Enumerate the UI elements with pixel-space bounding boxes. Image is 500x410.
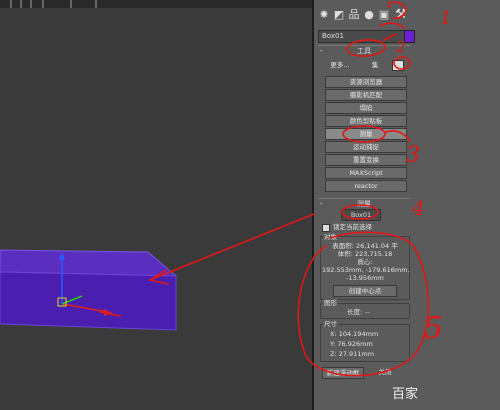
- hierarchy-icon[interactable]: 品: [348, 9, 360, 21]
- length-value: --: [365, 308, 370, 316]
- sets-button[interactable]: 集: [364, 60, 386, 70]
- length-label: 长度:: [347, 308, 363, 316]
- center-of-mass-label: 质心:: [357, 258, 373, 266]
- center-of-mass-coords: 192.553mm, -179.616mm,: [322, 266, 410, 274]
- center-of-mass-z: -13.956mm: [346, 274, 384, 282]
- dimension-y: Y: 76.926mm: [330, 340, 373, 348]
- dimension-x: X: 104.194mm: [330, 330, 379, 338]
- maxscript-button[interactable]: MAXScript: [325, 167, 407, 179]
- lock-selection-checkbox[interactable]: [322, 224, 330, 232]
- display-icon[interactable]: ▣: [378, 9, 390, 21]
- shapes-group-label: 图形: [323, 299, 338, 307]
- viewport-scene: [0, 249, 178, 331]
- object-color-swatch[interactable]: [404, 30, 415, 43]
- measure-button[interactable]: 测量: [325, 128, 407, 140]
- motion-icon[interactable]: ●: [363, 9, 375, 21]
- configure-sets-icon[interactable]: [392, 60, 404, 71]
- create-icon[interactable]: ✸: [318, 9, 330, 21]
- reactor-button[interactable]: reactor: [325, 180, 407, 192]
- utilities-icon[interactable]: ⚒: [395, 8, 407, 21]
- new-floater-button[interactable]: 新建浮动框: [322, 367, 364, 379]
- utilities-title: 工具: [357, 47, 371, 55]
- create-center-point-button[interactable]: 创建中心点: [333, 285, 397, 297]
- dimension-z: Z: 27.911mm: [330, 350, 375, 358]
- measured-object-name: Box01: [341, 209, 381, 221]
- perspective-viewport[interactable]: [0, 0, 312, 410]
- modify-icon[interactable]: ◩: [333, 9, 345, 21]
- object-name-field[interactable]: Box01: [318, 30, 411, 43]
- volume-readout: 体积: 223,715.18: [337, 250, 393, 258]
- asset-browser-button[interactable]: 资源浏览器: [325, 76, 407, 88]
- dimensions-group-label: 尺寸: [323, 320, 338, 328]
- motion-capture-button[interactable]: 运动捕捉: [325, 141, 407, 153]
- collapse-button[interactable]: 塌陷: [325, 102, 407, 114]
- box01-front-face[interactable]: [0, 271, 177, 331]
- utilities-rollout-header[interactable]: - 工具: [318, 45, 410, 56]
- surface-area-readout: 表面积: 26,141.04 平: [332, 242, 398, 250]
- more-button[interactable]: 更多...: [322, 60, 358, 70]
- watermark-text: 百家: [392, 387, 419, 402]
- objects-group-label: 对象: [323, 233, 338, 241]
- reset-xform-button[interactable]: 重置变换: [325, 154, 407, 166]
- color-clipboard-button[interactable]: 颜色剪贴板: [325, 115, 407, 127]
- lock-selection-label: 锁定当前选择: [333, 223, 372, 231]
- measure-title: 测量: [357, 200, 371, 208]
- close-button[interactable]: 关闭: [370, 367, 400, 377]
- camera-match-button[interactable]: 摄影机匹配: [325, 89, 407, 101]
- measure-rollout-header[interactable]: - 测量: [318, 198, 410, 209]
